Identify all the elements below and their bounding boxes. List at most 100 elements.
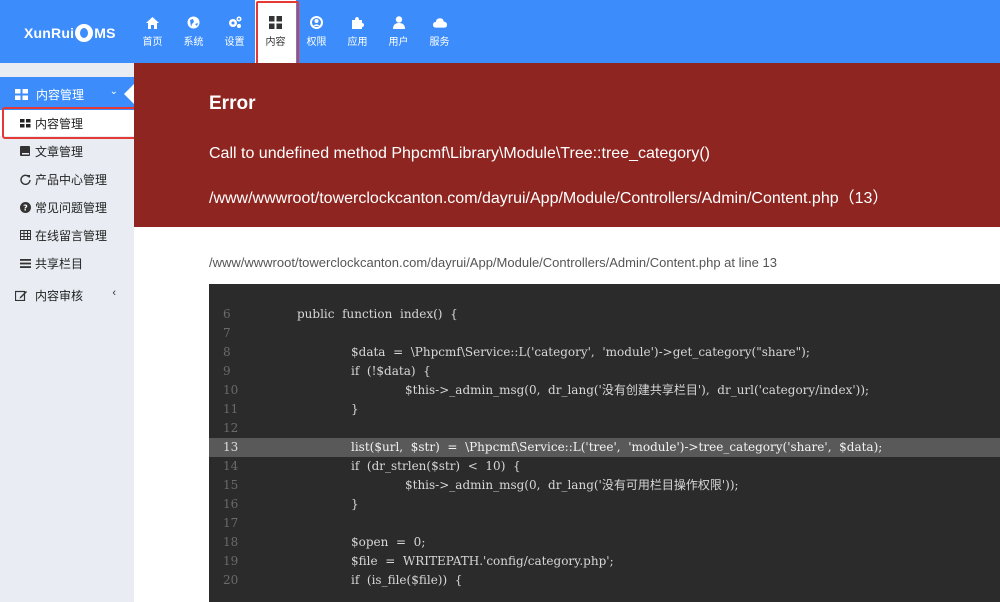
th-large-icon bbox=[15, 88, 28, 100]
cogs-icon bbox=[228, 16, 242, 30]
code-line: 15 $this->_admin_msg(0, dr_lang('没有可用栏目操作… bbox=[209, 476, 1000, 495]
code-line: 20 if (is_file($file)) { bbox=[209, 571, 1000, 590]
nav-label: 内容 bbox=[265, 36, 286, 48]
chevron-down-icon: ⌄ bbox=[109, 86, 118, 97]
code-line: 16} bbox=[209, 495, 1000, 514]
code-line-text: $data = \Phpcmf\Service::L('category', '… bbox=[351, 345, 810, 359]
refresh-icon bbox=[20, 174, 31, 185]
code-line-text: } bbox=[351, 402, 359, 416]
code-line: 8 $data = \Phpcmf\Service::L('category', … bbox=[209, 343, 1000, 362]
code-line: 6 public function index() { bbox=[209, 305, 1000, 324]
code-line: 10 $this->_admin_msg(0, dr_lang('没有创建共享栏目… bbox=[209, 381, 1000, 400]
code-line-text: $this->_admin_msg(0, dr_lang('没有可用栏目操作权限… bbox=[405, 478, 739, 492]
sidebar-item-shared-columns[interactable]: 共享栏目 bbox=[0, 250, 134, 276]
code-line-text: list($url, $str) = \Phpcmf\Service::L('t… bbox=[351, 440, 883, 454]
code-line: 19 $file = WRITEPATH.'config/category.php… bbox=[209, 552, 1000, 571]
sidebar-item-content-management[interactable]: 内容管理 bbox=[0, 110, 134, 136]
nav-label: 用户 bbox=[388, 36, 409, 48]
code-line-text: } bbox=[351, 497, 359, 511]
sidebar-item-label: 共享栏目 bbox=[35, 256, 84, 271]
code-line: 18 $open = 0; bbox=[209, 533, 1000, 552]
svg-text:?: ? bbox=[23, 203, 28, 212]
nav-label: 权限 bbox=[306, 36, 327, 48]
nav-item-settings[interactable]: 设置 bbox=[214, 0, 255, 63]
sidebar-group-label: 内容审核 bbox=[35, 288, 84, 303]
sidebar-item-label: 产品中心管理 bbox=[35, 172, 108, 187]
chevron-left-icon: ‹ bbox=[112, 287, 116, 299]
code-line-number: 11 bbox=[223, 402, 239, 416]
code-line-number: 18 bbox=[223, 535, 239, 549]
globe-icon bbox=[187, 16, 201, 30]
code-line-text: $open = 0; bbox=[351, 535, 426, 549]
nav-label: 系统 bbox=[183, 36, 204, 48]
code-line-number: 8 bbox=[223, 345, 231, 359]
book-icon bbox=[20, 146, 31, 156]
nav-item-services[interactable]: 服务 bbox=[419, 0, 460, 63]
nav-item-home[interactable]: 首页 bbox=[132, 0, 173, 63]
th-large-icon bbox=[20, 118, 31, 128]
bars-icon bbox=[20, 258, 31, 268]
sidebar-item-label: 内容管理 bbox=[35, 116, 84, 131]
error-location: /www/wwwroot/towerclockcanton.com/dayrui… bbox=[209, 255, 777, 270]
code-line-text: if (!$data) { bbox=[351, 364, 431, 378]
code-line-number: 13 bbox=[223, 440, 239, 454]
code-line-number: 15 bbox=[223, 478, 239, 492]
error-file-path: /www/wwwroot/towerclockcanton.com/dayrui… bbox=[209, 190, 889, 207]
main-nav: 首页 系统 设置 内容 权限 应用 用户 服务 bbox=[132, 0, 460, 63]
table-icon bbox=[20, 230, 31, 240]
cloud-icon bbox=[432, 16, 447, 30]
nav-item-users[interactable]: 用户 bbox=[378, 0, 419, 63]
code-line: 13 list($url, $str) = \Phpcmf\Service::L(… bbox=[209, 438, 1000, 457]
code-line: 12 bbox=[209, 419, 1000, 438]
sidebar-group-label: 内容管理 bbox=[36, 87, 85, 102]
code-line-text: $this->_admin_msg(0, dr_lang('没有创建共享栏目')… bbox=[405, 383, 870, 397]
nav-item-apps[interactable]: 应用 bbox=[337, 0, 378, 63]
code-line-number: 12 bbox=[223, 421, 239, 435]
sidebar-item-label: 在线留言管理 bbox=[35, 228, 108, 243]
code-line-text: if (is_file($file)) { bbox=[351, 573, 463, 587]
puzzle-icon bbox=[351, 16, 365, 30]
nav-item-content[interactable]: 内容 bbox=[255, 0, 296, 63]
sidebar-group-content-review[interactable]: 内容审核 ‹ bbox=[0, 281, 134, 309]
sidebar-item-online-message[interactable]: 在线留言管理 bbox=[0, 222, 134, 248]
active-notch bbox=[124, 84, 134, 104]
sidebar-group-content-management[interactable]: 内容管理 ⌄ bbox=[0, 77, 134, 111]
logo[interactable]: XunRui MS bbox=[24, 24, 116, 42]
sidebar-item-product-center[interactable]: 产品中心管理 bbox=[0, 166, 134, 192]
code-snippet: 6 public function index() { 7 8 $data = \Php… bbox=[209, 284, 1000, 602]
sidebar-item-faq[interactable]: ? 常见问题管理 bbox=[0, 194, 134, 220]
error-message: Call to undefined method Phpcmf\Library\… bbox=[209, 145, 710, 162]
home-icon bbox=[146, 16, 160, 30]
code-line-text: public function index() { bbox=[297, 307, 458, 321]
code-line: 11} bbox=[209, 400, 1000, 419]
nav-label: 应用 bbox=[347, 36, 368, 48]
logo-text-left: XunRui bbox=[24, 25, 75, 41]
code-line-number: 6 bbox=[223, 307, 231, 321]
code-line-text: if (dr_strlen($str) < 10) { bbox=[351, 459, 521, 473]
code-line-number: 17 bbox=[223, 516, 239, 530]
nav-label: 首页 bbox=[142, 36, 163, 48]
code-line: 17 bbox=[209, 514, 1000, 533]
nav-item-system[interactable]: 系统 bbox=[173, 0, 214, 63]
user-circle-icon bbox=[310, 16, 324, 30]
code-line: 14 if (dr_strlen($str) < 10) { bbox=[209, 457, 1000, 476]
nav-item-permissions[interactable]: 权限 bbox=[296, 0, 337, 63]
code-line: 9 if (!$data) { bbox=[209, 362, 1000, 381]
code-line-number: 9 bbox=[223, 364, 231, 378]
top-navbar: XunRui MS 首页 系统 设置 内容 权限 应用 用户 服务 bbox=[0, 0, 1000, 67]
code-line-number: 19 bbox=[223, 554, 239, 568]
edit-icon bbox=[15, 290, 27, 301]
sidebar-item-label: 常见问题管理 bbox=[35, 200, 108, 215]
code-line-number: 14 bbox=[223, 459, 239, 473]
code-line-text: $file = WRITEPATH.'config/category.php'; bbox=[351, 554, 614, 568]
error-panel: Error Call to undefined method Phpcmf\Li… bbox=[134, 63, 1000, 227]
code-line: 7 bbox=[209, 324, 1000, 343]
logo-badge-icon bbox=[75, 24, 94, 42]
th-large-icon bbox=[269, 16, 283, 30]
sidebar-item-article-management[interactable]: 文章管理 bbox=[0, 138, 134, 164]
nav-label: 服务 bbox=[429, 36, 450, 48]
sidebar-item-label: 文章管理 bbox=[35, 144, 84, 159]
error-title: Error bbox=[209, 93, 256, 114]
code-line-number: 7 bbox=[223, 326, 231, 340]
code-line-number: 10 bbox=[223, 383, 239, 397]
